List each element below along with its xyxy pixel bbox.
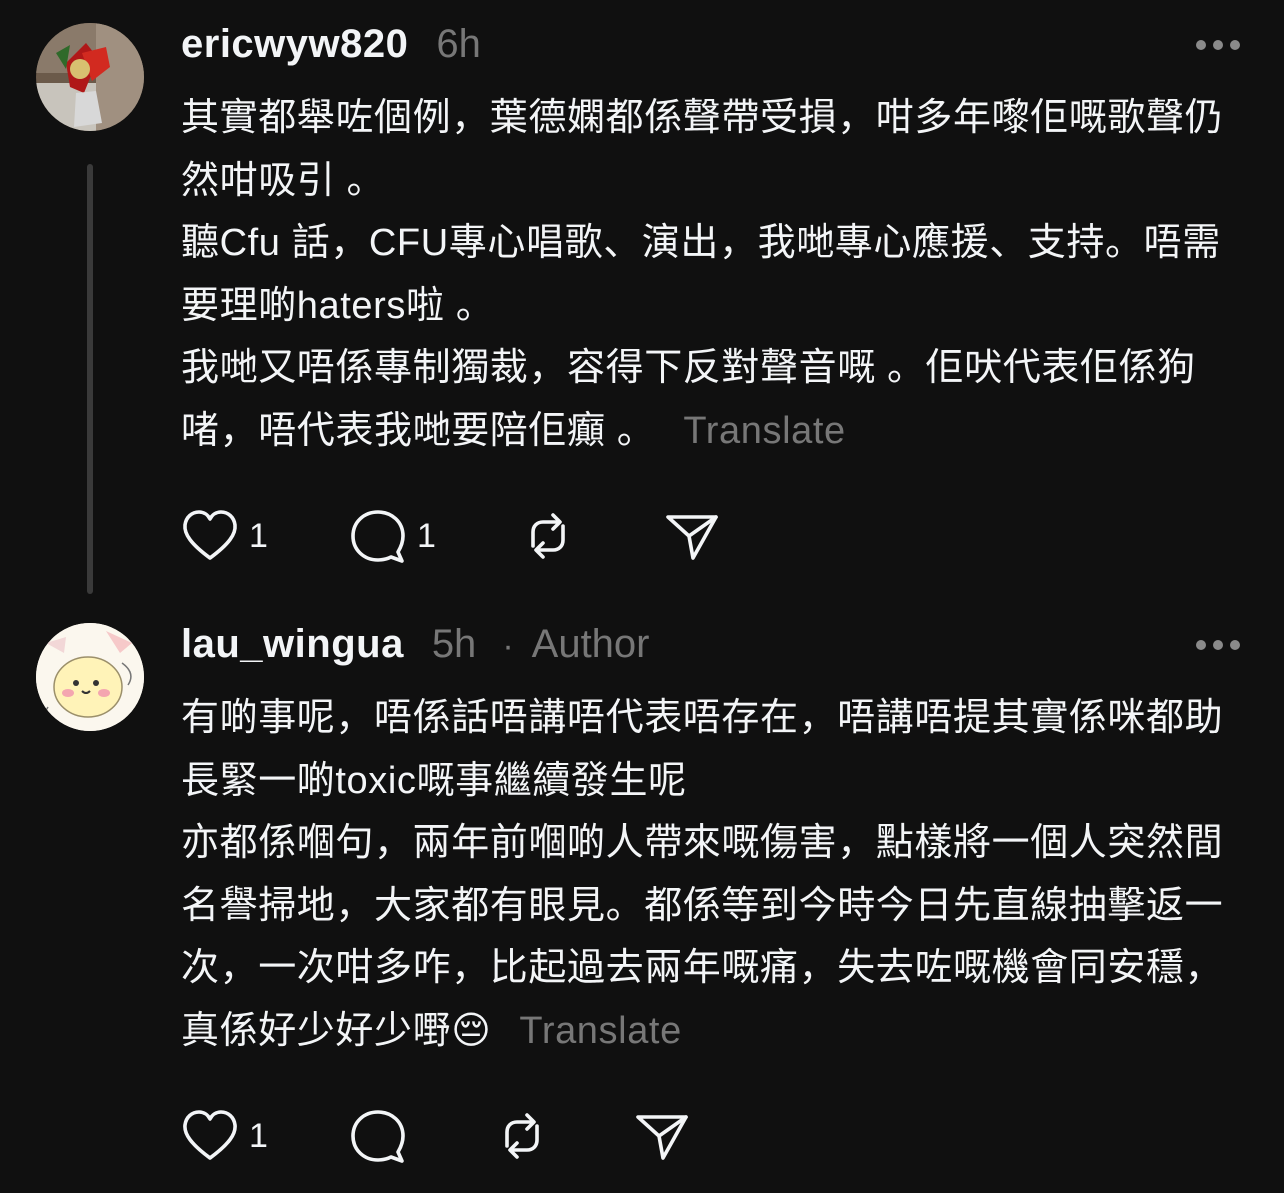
translate-link[interactable]: Translate bbox=[683, 410, 845, 452]
more-icon[interactable] bbox=[1196, 40, 1240, 54]
avatar[interactable] bbox=[36, 23, 144, 131]
action-bar: 1 bbox=[181, 1108, 691, 1164]
repost-button[interactable] bbox=[519, 508, 663, 564]
repost-icon bbox=[505, 1113, 539, 1159]
reply-button[interactable] bbox=[349, 1108, 493, 1164]
share-button[interactable] bbox=[633, 1108, 691, 1164]
repost-icon bbox=[531, 513, 565, 559]
post-body: 其實都舉咗個例，葉德嫻都係聲帶受損，咁多年嚟佢嘅歌聲仍然咁吸引 。 聽Cfu 話… bbox=[181, 87, 1241, 463]
reply-button[interactable]: 1 bbox=[349, 508, 519, 564]
heart-icon bbox=[183, 1110, 237, 1160]
body-paragraph: 有啲事呢，唔係話唔講唔代表唔存在，唔講唔提其實係咪都助長緊一啲toxic嘅事繼續… bbox=[181, 697, 1224, 802]
body-paragraph: 亦都係嗰句，兩年前嗰啲人帶來嘅傷害，點樣將一個人突然間名譽掃地，大家都有眼見。都… bbox=[181, 822, 1224, 1052]
body-paragraph: 聽Cfu 話，CFU專心唱歌、演出，我哋專心應援、支持。唔需要理啲haters啦… bbox=[181, 222, 1221, 327]
more-icon[interactable] bbox=[1196, 640, 1240, 654]
body-paragraph: 其實都舉咗個例，葉德嫻都係聲帶受損，咁多年嚟佢嘅歌聲仍然咁吸引 。 bbox=[181, 97, 1224, 202]
username[interactable]: ericwyw820 bbox=[181, 22, 408, 67]
timestamp: 6h bbox=[436, 22, 481, 66]
timestamp: 5h bbox=[431, 622, 477, 666]
action-bar: 1 1 bbox=[181, 508, 721, 564]
username[interactable]: lau_wingua bbox=[181, 622, 404, 667]
separator-dot: · bbox=[502, 627, 514, 665]
like-count: 1 bbox=[249, 516, 268, 555]
heart-icon bbox=[183, 510, 237, 560]
share-icon bbox=[636, 1115, 688, 1160]
avatar[interactable] bbox=[36, 623, 144, 731]
post-header: lau_wingua 5h · Author bbox=[181, 622, 650, 667]
share-icon bbox=[666, 515, 718, 560]
translate-link[interactable]: Translate bbox=[519, 1010, 681, 1052]
share-button[interactable] bbox=[663, 508, 721, 564]
like-count: 1 bbox=[249, 1116, 268, 1155]
thread-line bbox=[87, 164, 93, 594]
reply-count: 1 bbox=[417, 516, 436, 555]
repost-button[interactable] bbox=[493, 1108, 633, 1164]
comment-icon bbox=[351, 510, 405, 563]
comment-icon bbox=[351, 1110, 405, 1163]
post-body: 有啲事呢，唔係話唔講唔代表唔存在，唔講唔提其實係咪都助長緊一啲toxic嘅事繼續… bbox=[181, 687, 1241, 1063]
like-button[interactable]: 1 bbox=[181, 508, 349, 564]
author-badge: Author bbox=[531, 622, 650, 666]
body-paragraph: 我哋又唔係專制獨裁，容得下反對聲音嘅 。佢吠代表佢係狗啫，唔代表我哋要陪佢癲 。… bbox=[181, 347, 1196, 452]
post-header: ericwyw820 6h bbox=[181, 22, 481, 67]
like-button[interactable]: 1 bbox=[181, 1108, 349, 1164]
